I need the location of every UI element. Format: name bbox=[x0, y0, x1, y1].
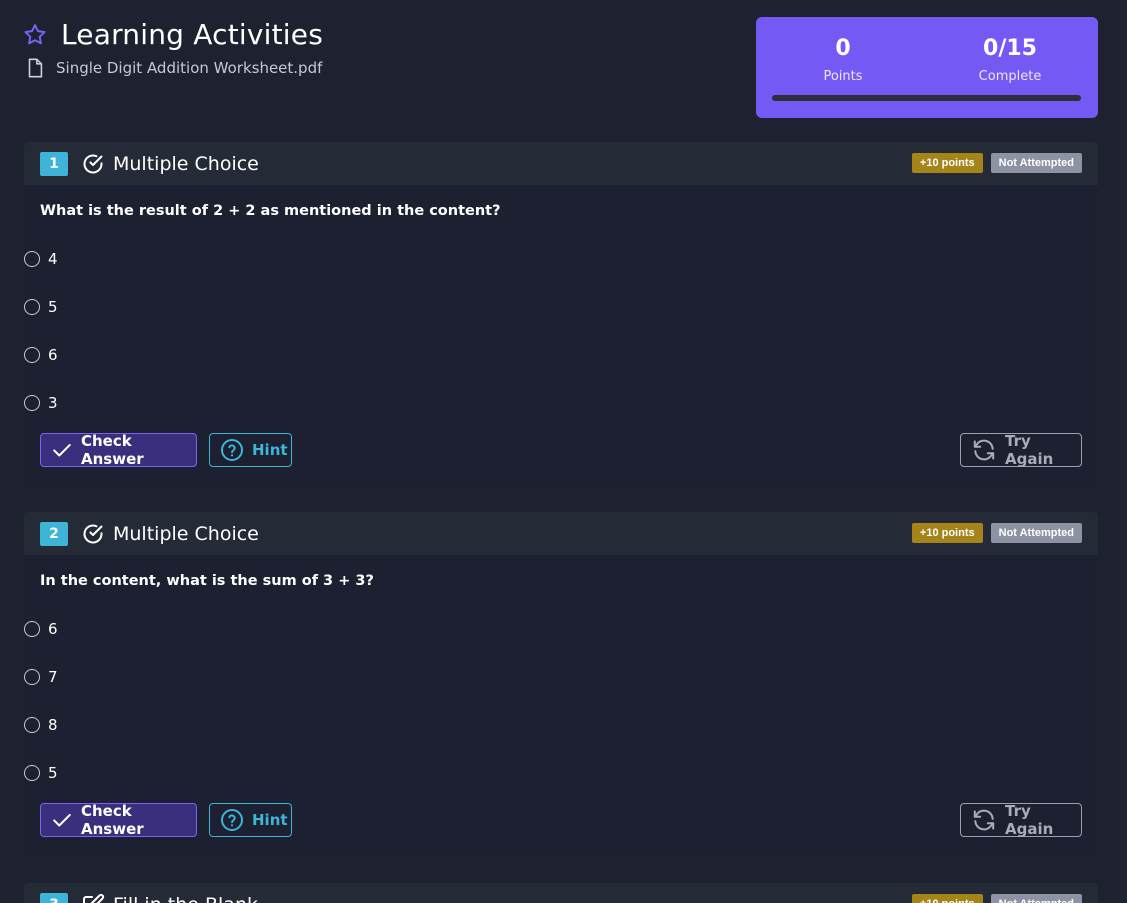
question-mark-icon bbox=[221, 439, 243, 461]
question-type: Multiple Choice bbox=[113, 522, 259, 545]
hint-label: Hint bbox=[252, 441, 288, 459]
question-actions: Check Answer Hint Try Again bbox=[24, 432, 1098, 468]
option-label: 6 bbox=[48, 346, 58, 364]
try-again-label: Try Again bbox=[1005, 432, 1054, 468]
edit-icon bbox=[83, 893, 105, 903]
status-badge: Not Attempted bbox=[990, 153, 1082, 173]
refresh-icon bbox=[973, 439, 995, 461]
try-again-button[interactable]: Try Again bbox=[960, 802, 1082, 838]
check-answer-button[interactable]: Check Answer bbox=[40, 432, 197, 468]
radio-button[interactable] bbox=[24, 299, 40, 315]
question-text: What is the result of 2 + 2 as mentioned… bbox=[40, 203, 501, 219]
question-header: 3 Fill in the Blank +10 points Not Attem… bbox=[24, 883, 1098, 903]
complete-stat: 0/15 Complete bbox=[950, 36, 1070, 85]
radio-button[interactable] bbox=[24, 621, 40, 637]
radio-button[interactable] bbox=[24, 251, 40, 267]
try-again-button[interactable]: Try Again bbox=[960, 432, 1082, 468]
question-mark-icon bbox=[221, 809, 243, 831]
progress-bar bbox=[772, 95, 1081, 101]
page-header: Learning Activities bbox=[22, 18, 323, 51]
option-label: 8 bbox=[48, 716, 58, 734]
question-number-badge: 1 bbox=[40, 151, 68, 176]
answer-option[interactable]: 6 bbox=[24, 331, 1098, 379]
answer-option[interactable]: 3 bbox=[24, 379, 1098, 427]
option-label: 5 bbox=[48, 764, 58, 782]
question-type: Fill in the Blank bbox=[113, 894, 258, 903]
points-stat: 0 Points bbox=[783, 36, 903, 85]
points-value: 0 bbox=[835, 36, 851, 61]
question-card: 1 Multiple Choice +10 points Not Attempt… bbox=[24, 142, 1098, 487]
checkmark-icon bbox=[53, 813, 71, 827]
option-label: 7 bbox=[48, 668, 58, 686]
hint-button[interactable]: Hint bbox=[209, 803, 292, 837]
question-actions: Check Answer Hint Try Again bbox=[24, 802, 1098, 838]
question-number-badge: 2 bbox=[40, 521, 68, 546]
check-circle-icon bbox=[83, 154, 103, 173]
complete-value: 0/15 bbox=[983, 36, 1037, 61]
radio-button[interactable] bbox=[24, 765, 40, 781]
question-badges: +10 points Not Attempted bbox=[911, 523, 1082, 543]
points-badge: +10 points bbox=[911, 894, 983, 903]
file-icon bbox=[28, 58, 43, 78]
hint-button[interactable]: Hint bbox=[209, 433, 292, 467]
points-badge: +10 points bbox=[911, 153, 983, 173]
answer-option[interactable]: 8 bbox=[24, 701, 1098, 749]
check-answer-button[interactable]: Check Answer bbox=[40, 802, 197, 838]
answer-option[interactable]: 7 bbox=[24, 653, 1098, 701]
radio-button[interactable] bbox=[24, 669, 40, 685]
score-card: 0 Points 0/15 Complete bbox=[756, 17, 1098, 118]
option-label: 6 bbox=[48, 620, 58, 638]
option-label: 4 bbox=[48, 250, 58, 268]
check-answer-label: Check Answer bbox=[81, 802, 144, 838]
check-circle-icon bbox=[83, 524, 103, 543]
checkmark-icon bbox=[53, 443, 71, 457]
question-type: Multiple Choice bbox=[113, 152, 259, 175]
page-title: Learning Activities bbox=[61, 18, 323, 51]
status-badge: Not Attempted bbox=[990, 894, 1082, 903]
question-card: 2 Multiple Choice +10 points Not Attempt… bbox=[24, 512, 1098, 858]
star-icon[interactable] bbox=[22, 22, 48, 48]
hint-label: Hint bbox=[252, 811, 288, 829]
answer-option[interactable]: 6 bbox=[24, 605, 1098, 653]
complete-label: Complete bbox=[978, 69, 1042, 84]
answer-option[interactable]: 4 bbox=[24, 235, 1098, 283]
points-badge: +10 points bbox=[911, 523, 983, 543]
check-answer-label: Check Answer bbox=[81, 432, 144, 468]
file-name: Single Digit Addition Worksheet.pdf bbox=[56, 59, 323, 77]
refresh-icon bbox=[973, 809, 995, 831]
question-badges: +10 points Not Attempted bbox=[911, 153, 1082, 173]
radio-button[interactable] bbox=[24, 395, 40, 411]
status-badge: Not Attempted bbox=[990, 523, 1082, 543]
answer-option[interactable]: 5 bbox=[24, 749, 1098, 797]
file-reference: Single Digit Addition Worksheet.pdf bbox=[24, 56, 322, 80]
question-header: 2 Multiple Choice +10 points Not Attempt… bbox=[24, 512, 1098, 555]
radio-button[interactable] bbox=[24, 347, 40, 363]
try-again-label: Try Again bbox=[1005, 802, 1054, 838]
question-badges: +10 points Not Attempted bbox=[911, 894, 1082, 903]
learning-activities-page: Learning Activities Single Digit Additio… bbox=[0, 0, 1127, 903]
answer-options: 6 7 8 5 bbox=[24, 605, 1098, 797]
answer-options: 4 5 6 3 bbox=[24, 235, 1098, 427]
radio-button[interactable] bbox=[24, 717, 40, 733]
option-label: 3 bbox=[48, 394, 58, 412]
answer-option[interactable]: 5 bbox=[24, 283, 1098, 331]
question-text: In the content, what is the sum of 3 + 3… bbox=[40, 573, 374, 589]
points-label: Points bbox=[823, 69, 863, 84]
option-label: 5 bbox=[48, 298, 58, 316]
question-header: 1 Multiple Choice +10 points Not Attempt… bbox=[24, 142, 1098, 185]
question-number-badge: 3 bbox=[40, 892, 68, 903]
question-card: 3 Fill in the Blank +10 points Not Attem… bbox=[24, 883, 1098, 903]
